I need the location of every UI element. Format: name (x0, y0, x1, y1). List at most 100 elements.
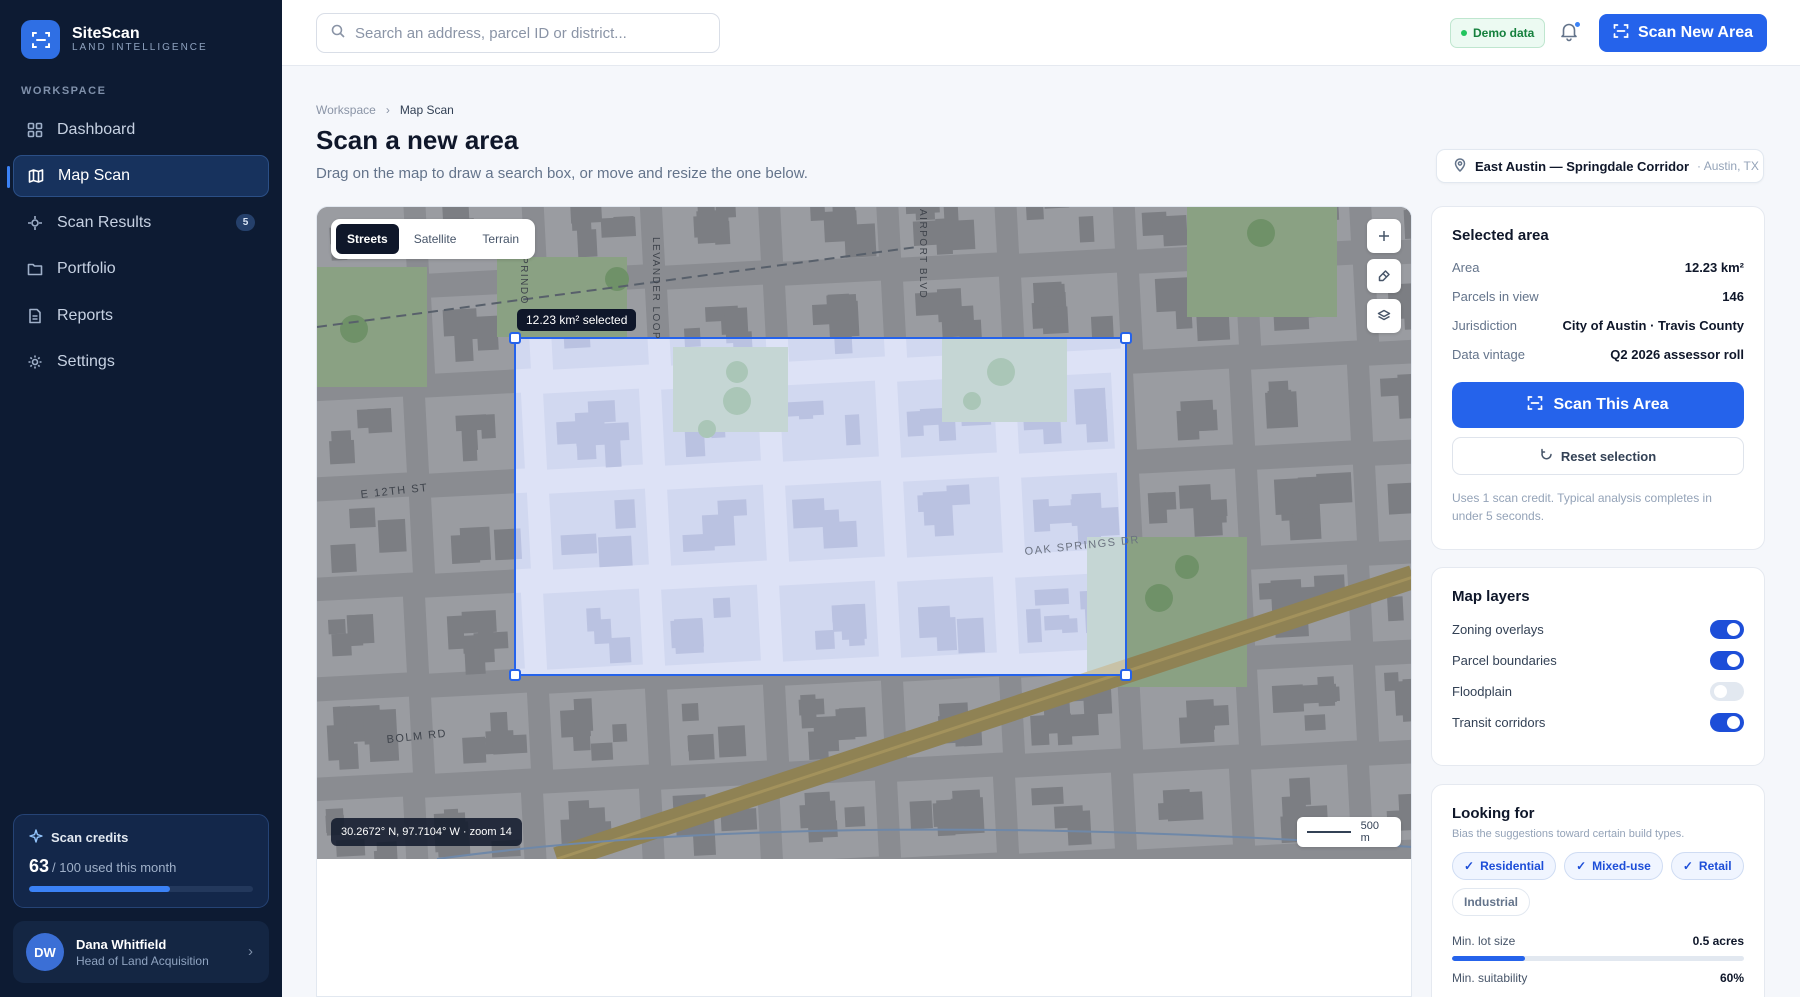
plus-icon (1378, 230, 1390, 242)
resize-handle-top-right[interactable] (1120, 332, 1132, 344)
building (909, 800, 933, 830)
tree (340, 315, 368, 343)
chip-retail[interactable]: ✓ Retail (1670, 852, 1744, 880)
sidebar-item-scan-results[interactable]: Scan Results 5 (13, 202, 269, 244)
building (338, 743, 359, 770)
row-key: Parcels in view (1452, 289, 1539, 304)
breadcrumb-current: Map Scan (399, 103, 454, 117)
resize-handle-top-left[interactable] (509, 332, 521, 344)
building (832, 207, 857, 230)
sidebar-item-label: Reports (57, 306, 114, 324)
user-profile[interactable]: DW Dana Whitfield Head of Land Acquisiti… (13, 921, 269, 983)
top-bar: Demo data Scan New Area (282, 0, 1800, 66)
layer-transit-corridors: Transit corridors (1452, 712, 1744, 732)
sidebar-item-reports[interactable]: Reports (13, 295, 269, 337)
zoning-overlays-toggle[interactable] (1710, 619, 1744, 639)
tab-satellite[interactable]: Satellite (403, 224, 468, 254)
chip-industrial[interactable]: Industrial (1452, 888, 1531, 916)
resize-handle-bottom-left[interactable] (509, 669, 521, 681)
selected-area-card: Selected area Area 12.23 km² Parcels in v… (1431, 206, 1765, 550)
resize-handle-bottom-right[interactable] (1120, 669, 1132, 681)
building (327, 618, 346, 635)
building (1032, 281, 1063, 308)
building (1180, 399, 1215, 432)
scan-credits-card: Scan credits 63/ 100 used this month (13, 814, 269, 908)
row-value: 146 (1722, 289, 1744, 304)
tree (1247, 219, 1275, 247)
demo-data-label: Demo data (1473, 26, 1535, 40)
building (1030, 715, 1050, 746)
map-icon (27, 168, 44, 185)
tab-streets[interactable]: Streets (336, 224, 399, 254)
sidebar-item-map-scan[interactable]: Map Scan (7, 155, 269, 198)
check-icon: ✓ (1682, 859, 1693, 873)
building (1316, 472, 1353, 505)
floodplain-toggle[interactable] (1710, 681, 1744, 701)
chip-residential[interactable]: ✓ Residential (1452, 852, 1557, 880)
map-canvas[interactable]: E 12TH ST OAK SPRINGS DR BOLM RD LEVANDE… (317, 207, 1412, 859)
building (681, 703, 699, 722)
breadcrumb-workspace[interactable]: Workspace (316, 103, 376, 117)
building (570, 207, 603, 224)
building (459, 526, 492, 562)
search-box[interactable] (316, 13, 720, 53)
map-style-tabs: Streets Satellite Terrain (331, 219, 536, 259)
area-row: Area 12.23 km² (1452, 260, 1744, 275)
building (1066, 713, 1099, 737)
slider-label: Min. suitability (1452, 971, 1528, 985)
avatar: DW (26, 933, 64, 971)
building (687, 733, 715, 761)
sidebar-item-label: Dashboard (57, 121, 136, 138)
building (715, 207, 737, 219)
scan-new-area-button[interactable]: Scan New Area (1599, 14, 1767, 52)
document-icon (26, 307, 43, 324)
selection-size-label: 12.23 km² selected (517, 309, 637, 331)
draw-tool-button[interactable] (1367, 259, 1401, 293)
building (1154, 277, 1192, 313)
building (461, 610, 497, 634)
search-input[interactable] (355, 24, 695, 42)
transit-corridors-toggle[interactable] (1710, 712, 1744, 732)
chip-mixed-use[interactable]: ✓ Mixed-use (1564, 852, 1663, 880)
chevron-right-icon: › (385, 103, 390, 117)
looking-for-subtitle: Bias the suggestions toward certain buil… (1452, 828, 1685, 840)
location-pill[interactable]: East Austin — Springdale Corridor · Aust… (1436, 149, 1764, 183)
layers-button[interactable] (1367, 299, 1401, 333)
reset-selection-button[interactable]: Reset selection (1452, 437, 1744, 475)
city-block (317, 396, 407, 478)
looking-for-card: Looking for Bias the suggestions toward … (1431, 784, 1765, 997)
map-coordinates: 30.2672° N, 97.7104° W · zoom 14 (331, 818, 522, 846)
scale-label: 500 m (1360, 820, 1380, 844)
building (835, 708, 856, 741)
building (936, 288, 963, 323)
brand[interactable]: SiteScan LAND INTELLIGENCE (21, 20, 208, 59)
credits-used: 63 (29, 856, 50, 876)
building (1066, 810, 1092, 846)
workspace-section-label: WORKSPACE (21, 85, 107, 97)
sidebar-item-settings[interactable]: Settings (13, 341, 269, 383)
parcel-boundaries-toggle[interactable] (1710, 650, 1744, 670)
building (813, 716, 840, 753)
building (1398, 792, 1411, 815)
building (1041, 306, 1069, 335)
row-value: 12.23 km² (1684, 260, 1744, 275)
sidebar-item-dashboard[interactable]: Dashboard (13, 109, 269, 151)
sidebar-item-portfolio[interactable]: Portfolio (13, 248, 269, 290)
min-lot-size-slider[interactable] (1452, 956, 1744, 961)
building (1401, 697, 1411, 722)
building (827, 293, 851, 321)
brand-name: SiteScan (72, 25, 140, 42)
search-icon (331, 24, 345, 43)
sidebar-item-label: Portfolio (57, 260, 116, 278)
building (489, 711, 509, 736)
zoom-in-button[interactable] (1367, 219, 1401, 253)
scan-this-area-button[interactable]: Scan This Area (1452, 382, 1744, 428)
map-graphic[interactable]: E 12TH ST OAK SPRINGS DR BOLM RD LEVANDE… (317, 207, 1412, 859)
sidebar-item-label: Map Scan (58, 167, 131, 185)
city-block (1257, 664, 1357, 746)
scan-new-area-label: Scan New Area (1637, 24, 1753, 41)
tab-terrain[interactable]: Terrain (471, 224, 530, 254)
map-panel: E 12TH ST OAK SPRINGS DR BOLM RD LEVANDE… (316, 206, 1412, 997)
scan-this-area-label: Scan This Area (1553, 396, 1669, 413)
notifications-button[interactable] (1558, 20, 1582, 44)
